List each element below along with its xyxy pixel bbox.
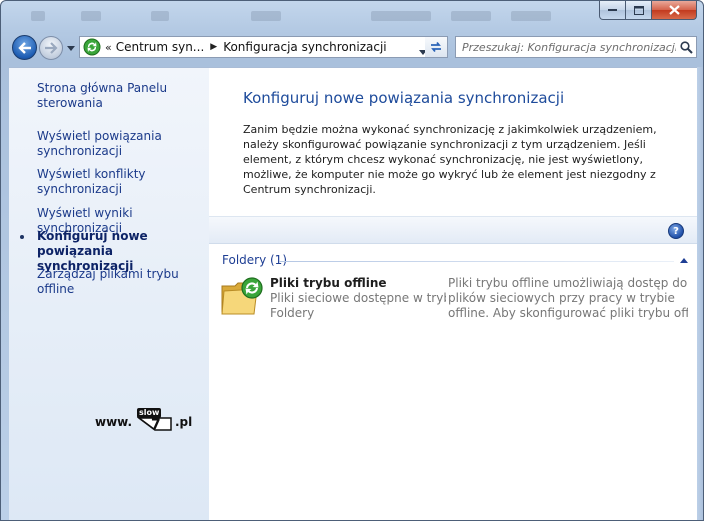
chevron-up-icon (680, 257, 688, 263)
left-navigation-pane: Strona główna Panelu sterowania Wyświetl… (9, 67, 209, 520)
sidebar-item-control-panel-home[interactable]: Strona główna Panelu sterowania (37, 81, 205, 111)
forward-arrow-icon (45, 42, 58, 54)
page-title: Konfiguruj nowe powiązania synchronizacj… (243, 89, 565, 107)
watermark-logo-mark: 7 (151, 417, 161, 433)
breadcrumb-sync-center[interactable]: Centrum syn... (116, 40, 205, 54)
group-divider (279, 261, 674, 262)
item-name: Pliki trybu offline (270, 276, 387, 290)
help-button[interactable]: ? (668, 223, 684, 239)
back-arrow-icon (17, 41, 31, 54)
back-button[interactable] (12, 35, 37, 60)
breadcrumb-sync-setup[interactable]: Konfiguracja synchronizacji (223, 40, 386, 54)
watermark-suffix: .pl (175, 415, 193, 429)
refresh-icon (431, 41, 441, 53)
minimize-button[interactable] (599, 1, 626, 20)
watermark-prefix: www. (95, 415, 133, 429)
group-header-folders[interactable]: Foldery (1) (222, 253, 287, 267)
main-content: Konfiguruj nowe powiązania synchronizacj… (209, 67, 697, 520)
close-icon (668, 5, 680, 15)
item-type: Foldery (270, 306, 315, 320)
command-bar: ? (209, 216, 697, 244)
maximize-icon (633, 5, 644, 15)
breadcrumb-separator-icon[interactable]: ▶ (204, 42, 223, 52)
breadcrumb-overflow[interactable]: « (101, 41, 116, 54)
search-box[interactable] (455, 36, 697, 58)
caption-buttons (599, 1, 697, 21)
watermark-logo: slow 7 (137, 408, 173, 434)
sidebar-item-view-partnerships[interactable]: Wyświetl powiązania synchronizacji (37, 129, 205, 159)
search-button[interactable] (676, 37, 696, 57)
active-bullet-icon (20, 235, 24, 239)
forward-button[interactable] (39, 36, 63, 60)
close-button[interactable] (652, 1, 697, 20)
search-icon (679, 40, 693, 54)
chevron-down-icon (67, 45, 75, 51)
watermark: www. slow 7 .pl (95, 408, 205, 438)
maximize-button[interactable] (626, 1, 652, 20)
window: « Centrum syn... ▶ Konfiguracja synchron… (0, 0, 704, 521)
sync-center-icon (83, 38, 101, 56)
list-item-offline-files[interactable]: Pliki trybu offline Pliki sieciowe dostę… (219, 274, 689, 324)
item-description-line: plików sieciowych przy pracy w trybie (448, 291, 675, 305)
window-right-border (697, 67, 703, 520)
item-description: Pliki trybu offline umożliwiają dostęp d… (448, 276, 688, 321)
sidebar-item-view-conflicts[interactable]: Wyświetl konflikty synchronizacji (37, 167, 205, 197)
collapse-group-button[interactable] (679, 255, 689, 265)
search-input[interactable] (462, 38, 676, 56)
ghost-toolbar (1, 1, 591, 31)
address-bar[interactable]: « Centrum syn... ▶ Konfiguracja synchron… (79, 36, 448, 58)
recent-pages-button[interactable] (66, 43, 76, 53)
item-subtitle: Pliki sieciowe dostępne w tryb... (270, 291, 446, 305)
folder-sync-icon (221, 277, 263, 315)
minimize-icon (607, 9, 617, 11)
navigation-bar: « Centrum syn... ▶ Konfiguracja synchron… (1, 31, 703, 63)
sidebar-item-manage-offline-files[interactable]: Zarządzaj plikami trybu offline (37, 267, 205, 297)
refresh-button[interactable] (425, 36, 448, 58)
page-description: Zanim będzie można wykonać synchronizacj… (243, 123, 657, 196)
item-description-line: offline. Aby skonfigurować pliki trybu o… (448, 306, 688, 320)
item-description-line: Pliki trybu offline umożliwiają dostęp d… (448, 276, 688, 290)
